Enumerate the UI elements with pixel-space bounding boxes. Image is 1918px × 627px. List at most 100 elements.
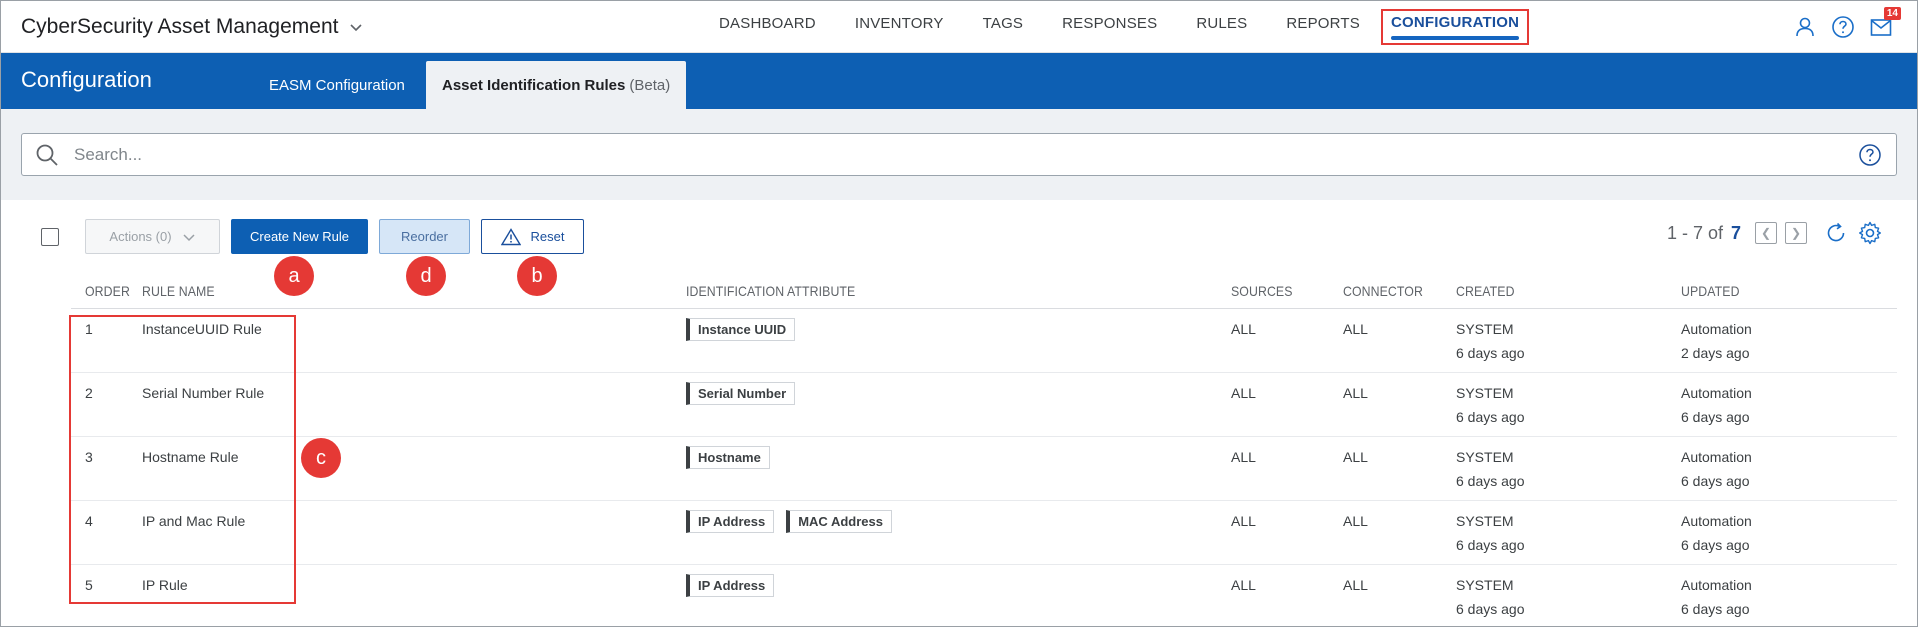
table-row[interactable]: 3 Hostname Rule Hostname ALL ALL SYSTEM 6… (71, 437, 1897, 501)
header-identification-attribute[interactable]: IDENTIFICATION ATTRIBUTE (686, 283, 855, 299)
created-by: SYSTEM (1456, 449, 1514, 465)
created-by: SYSTEM (1456, 385, 1514, 401)
search-help-icon[interactable] (1858, 143, 1882, 167)
notification-badge: 14 (1883, 7, 1901, 20)
cell-updated: Automation 6 days ago (1681, 445, 1752, 493)
cell-updated: Automation 6 days ago (1681, 381, 1752, 429)
created-ago: 6 days ago (1456, 473, 1525, 489)
next-page-button[interactable]: ❯ (1785, 222, 1807, 244)
search-box (21, 133, 1897, 176)
created-by: SYSTEM (1456, 321, 1514, 337)
actions-label: Actions (0) (109, 229, 172, 244)
cell-attributes: Hostname (686, 446, 782, 469)
created-ago: 6 days ago (1456, 345, 1525, 361)
updated-by: Automation (1681, 385, 1752, 401)
header-rule-name[interactable]: RULE NAME (142, 283, 215, 299)
create-new-rule-button[interactable]: Create New Rule (231, 219, 368, 254)
app-title: CyberSecurity Asset Management (21, 15, 339, 38)
updated-ago: 2 days ago (1681, 345, 1750, 361)
search-icon (36, 144, 58, 166)
table-row[interactable]: 1 InstanceUUID Rule Instance UUID ALL AL… (71, 309, 1897, 373)
nav-inventory[interactable]: INVENTORY (855, 1, 944, 53)
cell-updated: Automation 6 days ago (1681, 573, 1752, 621)
cell-connector: ALL (1343, 321, 1368, 337)
nav-responses[interactable]: RESPONSES (1062, 1, 1157, 53)
updated-ago: 6 days ago (1681, 537, 1750, 553)
created-by: SYSTEM (1456, 577, 1514, 593)
pagination: 1 - 7 of 7 ❮ ❯ (1667, 220, 1883, 246)
header-connector[interactable]: CONNECTOR (1343, 283, 1423, 299)
cell-created: SYSTEM 6 days ago (1456, 573, 1525, 621)
tab-asset-identification-rules[interactable]: Asset Identification Rules (Beta) (426, 61, 687, 109)
attribute-tag: IP Address (686, 574, 775, 597)
updated-by: Automation (1681, 321, 1752, 337)
cell-connector: ALL (1343, 449, 1368, 465)
pagination-range: 1 - 7 of (1666, 222, 1723, 243)
cell-connector: ALL (1343, 513, 1368, 529)
cell-sources: ALL (1231, 385, 1256, 401)
table-toolbar: Actions (0) Create New Rule Reorder Rese… (1, 217, 1917, 257)
user-icon[interactable] (1793, 15, 1817, 39)
nav-rules[interactable]: RULES (1196, 1, 1247, 53)
tab-label: Asset Identification Rules (442, 76, 626, 94)
cell-created: SYSTEM 6 days ago (1456, 381, 1525, 429)
table-header: ORDER RULE NAME IDENTIFICATION ATTRIBUTE… (71, 273, 1897, 309)
cell-sources: ALL (1231, 321, 1256, 337)
header-order[interactable]: ORDER (85, 283, 130, 299)
updated-by: Automation (1681, 513, 1752, 529)
table-row[interactable]: 4 IP and Mac Rule IP Address MAC Address … (71, 501, 1897, 565)
created-by: SYSTEM (1456, 513, 1514, 529)
attribute-tag: Instance UUID (686, 318, 796, 341)
cell-created: SYSTEM 6 days ago (1456, 445, 1525, 493)
header-created[interactable]: CREATED (1456, 283, 1515, 299)
cell-created: SYSTEM 6 days ago (1456, 317, 1525, 365)
chevron-down-icon (350, 24, 363, 32)
refresh-icon[interactable] (1823, 220, 1849, 246)
chevron-down-icon (183, 233, 195, 241)
settings-gear-icon[interactable] (1857, 220, 1883, 246)
pagination-total: 7 (1730, 222, 1741, 243)
reorder-button[interactable]: Reorder (379, 219, 470, 254)
updated-by: Automation (1681, 449, 1752, 465)
select-all-checkbox[interactable] (41, 228, 59, 246)
nav-tags[interactable]: TAGS (983, 1, 1024, 53)
order-highlight-box (69, 315, 296, 604)
updated-ago: 6 days ago (1681, 409, 1750, 425)
created-ago: 6 days ago (1456, 537, 1525, 553)
attribute-tag: MAC Address (786, 510, 892, 533)
cell-attributes: Serial Number (686, 382, 807, 405)
updated-ago: 6 days ago (1681, 601, 1750, 617)
search-area (1, 109, 1917, 200)
table-row[interactable]: 2 Serial Number Rule Serial Number ALL A… (71, 373, 1897, 437)
cell-connector: ALL (1343, 577, 1368, 593)
previous-page-button[interactable]: ❮ (1755, 222, 1777, 244)
page-title: Configuration (21, 67, 152, 92)
nav-configuration[interactable]: CONFIGURATION (1380, 9, 1530, 45)
cell-sources: ALL (1231, 513, 1256, 529)
reset-button[interactable]: Reset (481, 219, 584, 254)
cell-attributes: IP Address MAC Address (686, 510, 904, 533)
reset-label: Reset (530, 229, 565, 244)
cell-updated: Automation 6 days ago (1681, 509, 1752, 557)
search-input[interactable] (74, 144, 1858, 165)
active-tab-indicator (1390, 36, 1520, 40)
main-nav: DASHBOARD INVENTORY TAGS RESPONSES RULES… (719, 1, 1568, 53)
cell-created: SYSTEM 6 days ago (1456, 509, 1525, 557)
cell-sources: ALL (1231, 449, 1256, 465)
cell-attributes: IP Address (686, 574, 786, 597)
top-navigation-bar: CyberSecurity Asset Management DASHBOARD… (1, 1, 1917, 53)
table-row[interactable]: 5 IP Rule IP Address ALL ALL SYSTEM 6 day… (71, 565, 1897, 627)
updated-ago: 6 days ago (1681, 473, 1750, 489)
cell-sources: ALL (1231, 577, 1256, 593)
header-sources[interactable]: SOURCES (1231, 283, 1293, 299)
nav-reports[interactable]: REPORTS (1286, 1, 1360, 53)
header-updated[interactable]: UPDATED (1681, 283, 1740, 299)
tab-easm-configuration[interactable]: EASM Configuration (253, 61, 421, 109)
tab-label: EASM Configuration (269, 76, 405, 94)
notifications-button[interactable]: 14 (1869, 7, 1901, 39)
nav-dashboard[interactable]: DASHBOARD (719, 1, 816, 53)
app-switcher[interactable]: CyberSecurity Asset Management (21, 15, 364, 39)
help-icon[interactable] (1831, 15, 1855, 39)
warning-icon (500, 227, 521, 245)
actions-dropdown[interactable]: Actions (0) (85, 219, 220, 254)
